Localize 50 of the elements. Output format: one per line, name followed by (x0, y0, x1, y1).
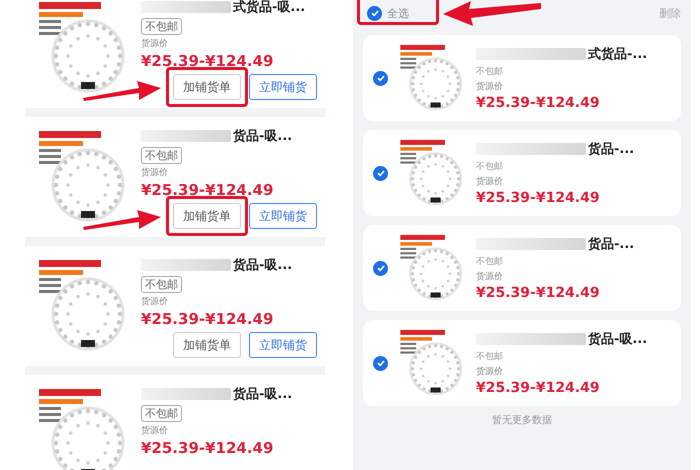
list-now-button[interactable]: 立即铺货 (249, 203, 317, 229)
shipping-tag: 不包邮 (141, 276, 182, 293)
price-label: 货源价 (141, 296, 169, 308)
add-to-list-button[interactable]: 加铺货单 (173, 332, 241, 358)
price-range: ¥25.39-¥124.49 (476, 285, 601, 301)
shipping-tag: 不包邮 (141, 147, 182, 164)
shipping-tag: 不包邮 (476, 65, 648, 78)
price-range: ¥25.39-¥124.49 (141, 310, 274, 328)
price-label: 货源价 (141, 38, 169, 50)
price-range: ¥25.39-¥124.49 (141, 52, 274, 70)
checkbox[interactable] (373, 70, 388, 86)
checkbox[interactable] (367, 6, 382, 20)
checkbox[interactable] (373, 260, 388, 276)
checkmark-icon (370, 8, 380, 18)
shipping-tag: 不包邮 (141, 18, 182, 35)
list-now-button[interactable]: 立即铺货 (249, 332, 317, 358)
no-more-data-text: 暂无更多数据 (491, 414, 553, 427)
checkbox[interactable] (373, 356, 388, 370)
checkbox[interactable] (373, 166, 388, 180)
shipping-tag: 不包邮 (476, 255, 634, 268)
add-to-list-button[interactable]: 加铺货单 (173, 74, 241, 100)
product-title: 货品-... (588, 236, 634, 253)
price-label: 货源价 (476, 80, 504, 93)
shipping-tag: 不包邮 (476, 350, 648, 363)
price-range: ¥25.39-¥124.49 (476, 190, 601, 206)
price-label: 货源价 (476, 176, 504, 188)
price-label: 货源价 (476, 366, 504, 378)
price-range: ¥25.39-¥124.49 (476, 380, 601, 396)
checkmark-icon (376, 168, 386, 178)
checkmark-icon (376, 358, 386, 368)
product-title: 货品-吸... (588, 331, 648, 348)
price-label: 货源价 (476, 270, 504, 283)
price-range: ¥25.39-¥124.49 (476, 95, 601, 111)
checkmark-icon (376, 73, 386, 83)
product-title: 货品-吸... (233, 386, 292, 403)
price-range: ¥25.39-¥124.49 (141, 439, 274, 457)
price-label: 货源价 (141, 166, 169, 179)
price-label: 货源价 (141, 424, 169, 437)
product-title: 式货品-吸... (233, 0, 306, 16)
product-title: 货品-吸... (233, 128, 292, 145)
checkmark-icon (376, 263, 386, 273)
shipping-tag: 不包邮 (141, 405, 182, 422)
add-to-list-button[interactable]: 加铺货单 (173, 203, 241, 229)
select-all-label[interactable]: 全选 (387, 6, 409, 20)
product-title: 货品-... (588, 141, 634, 158)
shipping-tag: 不包邮 (476, 160, 634, 173)
price-range: ¥25.39-¥124.49 (141, 181, 274, 199)
product-title: 货品-吸... (233, 257, 292, 274)
product-title: 式货品-... (588, 46, 648, 63)
list-now-button[interactable]: 立即铺货 (249, 74, 317, 100)
